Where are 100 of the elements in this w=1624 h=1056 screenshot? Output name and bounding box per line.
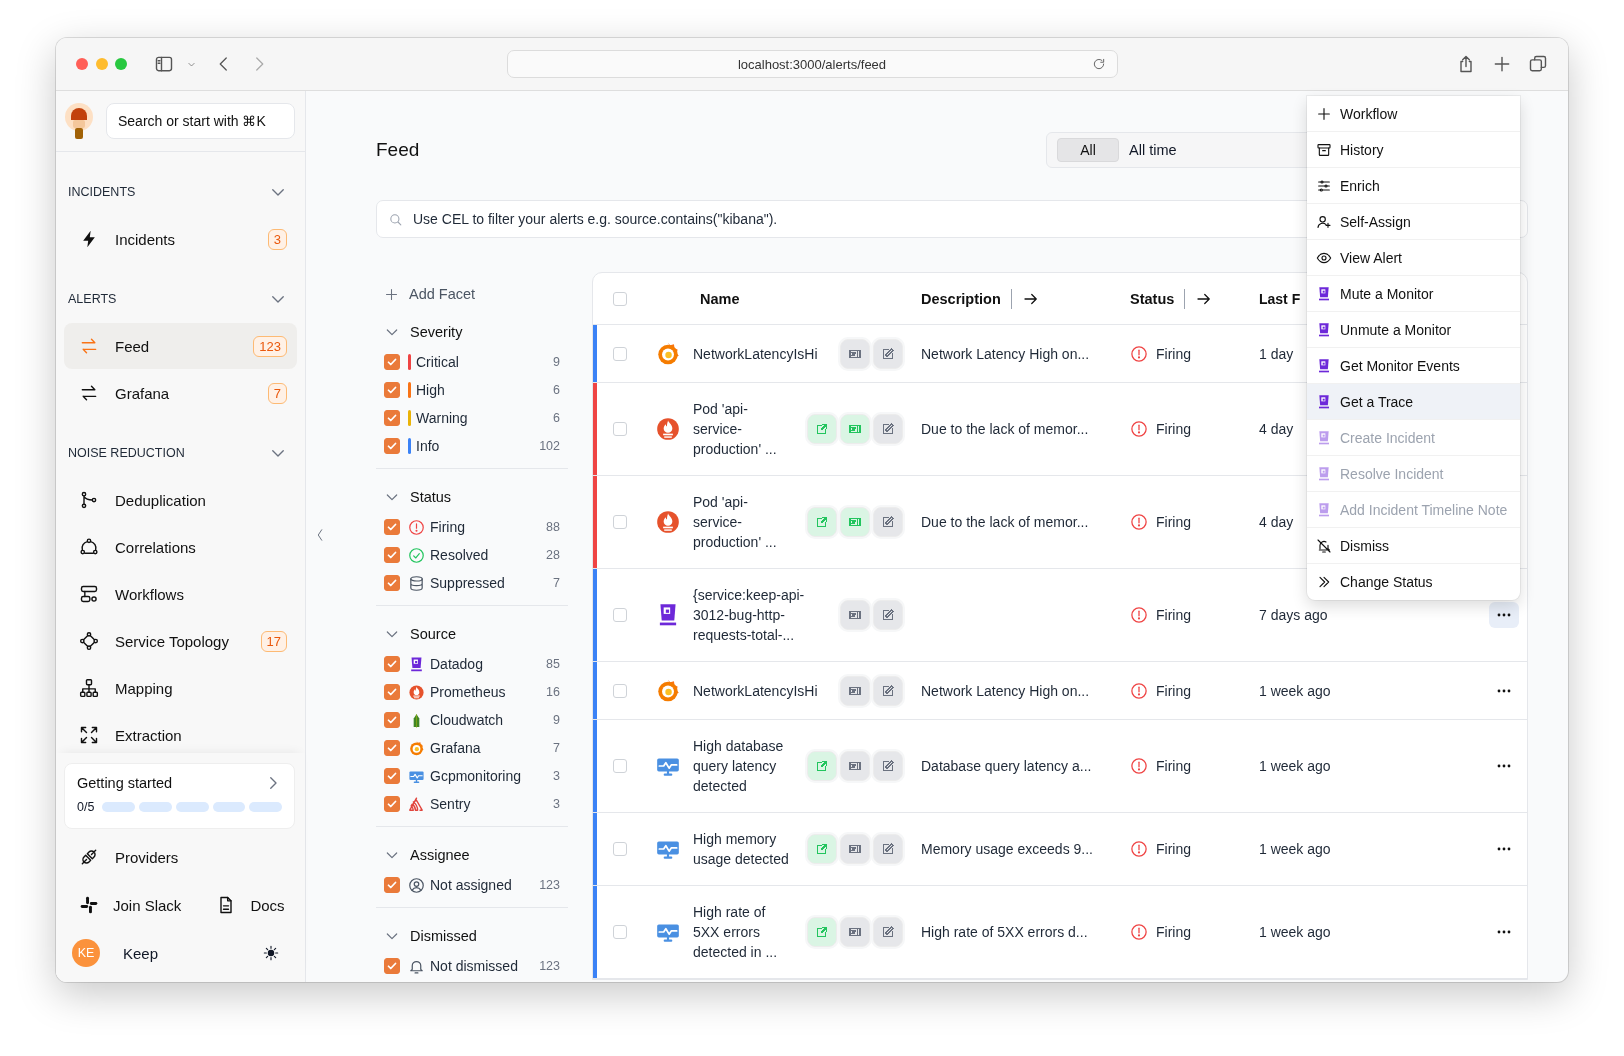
checkbox[interactable] — [384, 768, 400, 784]
open-link-button[interactable] — [807, 751, 837, 781]
facet-header[interactable]: Dismissed — [376, 920, 568, 952]
edit-button[interactable] — [873, 600, 903, 630]
minimize-window-button[interactable] — [95, 58, 108, 70]
ticket-button[interactable] — [840, 507, 870, 537]
row-checkbox[interactable] — [613, 925, 627, 939]
nav-item[interactable]: Extraction — [64, 712, 297, 753]
alert-name[interactable]: High database query latency detected — [693, 720, 807, 812]
checkbox[interactable] — [384, 656, 400, 672]
column-header[interactable]: Name — [700, 290, 740, 307]
nav-item[interactable]: Docs — [201, 882, 297, 928]
edit-button[interactable] — [873, 834, 903, 864]
nav-item[interactable]: Mapping — [64, 665, 297, 711]
alert-name[interactable]: High memory usage detected — [693, 813, 807, 885]
sidebar-toggle-icon[interactable] — [154, 54, 174, 74]
nav-item[interactable]: Workflows — [64, 571, 297, 617]
zoom-window-button[interactable] — [115, 58, 127, 70]
add-facet-button[interactable]: Add Facet — [376, 272, 568, 316]
checkbox[interactable] — [384, 519, 400, 535]
alert-name[interactable]: Pod 'api-service-production' ... — [693, 383, 807, 475]
checkbox[interactable] — [384, 547, 400, 563]
ticket-button[interactable] — [840, 675, 870, 706]
row-checkbox[interactable] — [613, 759, 627, 773]
checkbox[interactable] — [384, 684, 400, 700]
ticket-button[interactable] — [840, 751, 870, 781]
alert-name[interactable]: {service:keep-api-3012-bug-http-requests-total-... — [693, 569, 840, 661]
row-checkbox[interactable] — [613, 515, 627, 529]
menu-item[interactable]: Get a Trace — [1307, 384, 1520, 420]
more-button[interactable] — [1489, 602, 1519, 628]
edit-button[interactable] — [873, 414, 903, 444]
checkbox[interactable] — [384, 740, 400, 756]
nav-item[interactable]: Join Slack — [64, 882, 194, 928]
ticket-button[interactable] — [840, 414, 870, 444]
menu-item[interactable]: Workflow — [1307, 96, 1520, 132]
open-link-button[interactable] — [807, 414, 837, 444]
row-checkbox[interactable] — [613, 346, 627, 361]
menu-item[interactable]: Enrich — [1307, 168, 1520, 204]
reload-icon[interactable] — [1091, 57, 1106, 71]
facet-header[interactable]: Assignee — [376, 839, 568, 871]
menu-item[interactable]: Self-Assign — [1307, 204, 1520, 240]
ticket-button[interactable] — [840, 917, 870, 947]
ticket-button[interactable] — [840, 338, 870, 369]
close-window-button[interactable] — [76, 58, 88, 70]
checkmark-icon — [386, 798, 398, 810]
row-checkbox[interactable] — [613, 842, 627, 856]
checkbox[interactable] — [384, 575, 400, 591]
facet-header[interactable]: Status — [376, 481, 568, 513]
edit-button[interactable] — [873, 507, 903, 537]
column-header[interactable]: Status — [1130, 288, 1214, 309]
edit-button[interactable] — [873, 751, 903, 781]
nav-item[interactable]: Grafana 7 — [64, 370, 297, 416]
nav-item[interactable]: Correlations — [64, 524, 297, 570]
sun-icon[interactable] — [263, 945, 279, 961]
checkbox[interactable] — [384, 438, 400, 454]
address-bar[interactable]: localhost:3000/alerts/feed — [506, 50, 1118, 78]
ticket-button[interactable] — [840, 600, 870, 630]
nav-item[interactable]: Service Topology 17 — [64, 618, 297, 664]
alert-name[interactable]: Pod 'api-service-production' ... — [693, 476, 807, 568]
alert-name[interactable]: NetworkLatencyIsHi — [693, 664, 840, 717]
row-checkbox[interactable] — [613, 422, 627, 436]
getting-started-card[interactable]: Getting started 0/5 — [64, 763, 295, 829]
menu-item[interactable]: Dismiss — [1307, 528, 1520, 564]
search-button[interactable]: Search or start with ⌘K — [106, 103, 295, 139]
edit-button[interactable] — [873, 675, 903, 706]
alert-name[interactable]: NetworkLatencyIsHi — [693, 327, 840, 380]
nav-item[interactable]: Deduplication — [64, 477, 297, 523]
checkbox[interactable] — [384, 796, 400, 812]
menu-item[interactable]: Change Status — [1307, 564, 1520, 600]
facet-header[interactable]: Source — [376, 618, 568, 650]
ticket-button[interactable] — [840, 834, 870, 864]
menu-item[interactable]: History — [1307, 132, 1520, 168]
checkbox[interactable] — [384, 877, 400, 893]
checkbox[interactable] — [384, 712, 400, 728]
column-header[interactable]: Description — [921, 288, 1040, 309]
select-all-checkbox[interactable] — [613, 291, 627, 306]
row-checkbox[interactable] — [613, 683, 627, 698]
nav-item[interactable]: Feed 123 — [64, 323, 297, 369]
column-header[interactable]: Last F — [1259, 290, 1301, 307]
open-link-button[interactable] — [807, 507, 837, 537]
segment-tab[interactable]: All — [1057, 138, 1119, 162]
tabs-icon[interactable] — [1528, 54, 1548, 74]
checkbox[interactable] — [384, 410, 400, 426]
menu-item[interactable]: Unmute a Monitor — [1307, 312, 1520, 348]
checkbox[interactable] — [384, 382, 400, 398]
checkbox[interactable] — [384, 354, 400, 370]
nav-item[interactable]: Providers — [64, 834, 297, 880]
time-range-dropdown[interactable]: All time — [1129, 142, 1177, 158]
open-link-button[interactable] — [807, 917, 837, 947]
open-link-button[interactable] — [807, 834, 837, 864]
row-checkbox[interactable] — [613, 608, 627, 622]
checkbox[interactable] — [384, 958, 400, 974]
menu-item[interactable]: Mute a Monitor — [1307, 276, 1520, 312]
menu-item[interactable]: View Alert — [1307, 240, 1520, 276]
alert-name[interactable]: High rate of 5XX errors detected in ... — [693, 886, 807, 978]
plus-icon[interactable] — [1492, 54, 1512, 74]
nav-item[interactable]: Incidents 3 — [64, 216, 297, 262]
edit-button[interactable] — [873, 338, 903, 369]
facet-header[interactable]: Severity — [376, 316, 568, 348]
edit-button[interactable] — [873, 917, 903, 947]
